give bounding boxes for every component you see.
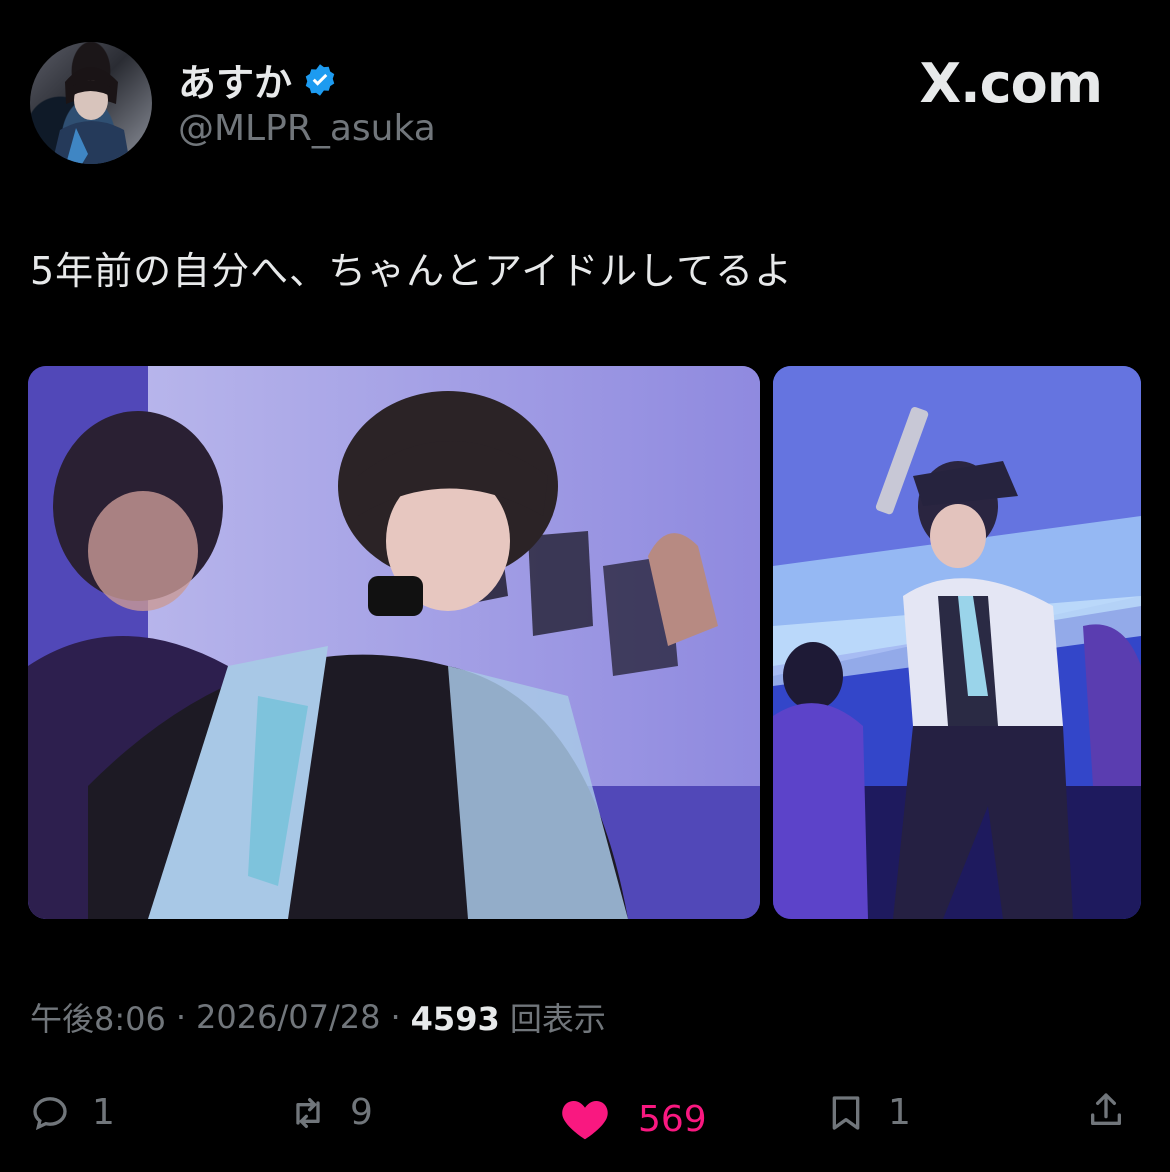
- share-button[interactable]: [1086, 1090, 1126, 1130]
- share-icon: [1091, 1093, 1121, 1125]
- tweet-page: あすか @MLPR_asuka X.com 5年前の自分へ、ちゃんとアイドルして…: [0, 0, 1170, 1172]
- retweet-icon: [296, 1097, 320, 1128]
- tweet-time[interactable]: 午後8:06: [30, 994, 166, 1040]
- tweet-date[interactable]: 2026/07/28: [196, 998, 380, 1036]
- bookmark-icon: [832, 1095, 860, 1130]
- concert-photo-1: [28, 366, 760, 919]
- action-bar: 1 9 569 1: [0, 1080, 1170, 1150]
- heart-icon: [562, 1101, 608, 1140]
- display-name[interactable]: あすか: [178, 52, 338, 107]
- meta-separator: ·: [390, 998, 401, 1036]
- views-count[interactable]: 4593: [411, 1000, 500, 1038]
- retweet-count: 9: [350, 1092, 373, 1133]
- tweet-meta: 午後8:06 · 2026/07/28 · 4593 回表示: [30, 994, 606, 1040]
- reply-button[interactable]: 1: [30, 1092, 115, 1133]
- meta-separator: ·: [175, 998, 187, 1036]
- bookmark-button[interactable]: 1: [826, 1092, 911, 1133]
- media-photo-2[interactable]: [773, 366, 1141, 919]
- tweet-text: 5年前の自分へ、ちゃんとアイドルしてるよ: [30, 249, 794, 293]
- bookmark-count: 1: [888, 1092, 911, 1133]
- like-button[interactable]: 569: [554, 1092, 707, 1146]
- user-handle[interactable]: @MLPR_asuka: [178, 108, 436, 149]
- retweet-button[interactable]: 9: [288, 1092, 373, 1133]
- reply-icon: [33, 1096, 67, 1130]
- site-logo: X.com: [919, 52, 1103, 115]
- display-name-text: あすか: [178, 61, 293, 105]
- verified-badge-icon: [305, 63, 335, 96]
- reply-count: 1: [92, 1092, 115, 1133]
- media-photo-1[interactable]: [28, 366, 760, 919]
- views-label: 回表示: [509, 1000, 606, 1038]
- avatar[interactable]: [30, 42, 152, 164]
- like-count: 569: [638, 1098, 707, 1140]
- avatar-photo: [52, 67, 130, 164]
- concert-photo-2: [773, 366, 1141, 919]
